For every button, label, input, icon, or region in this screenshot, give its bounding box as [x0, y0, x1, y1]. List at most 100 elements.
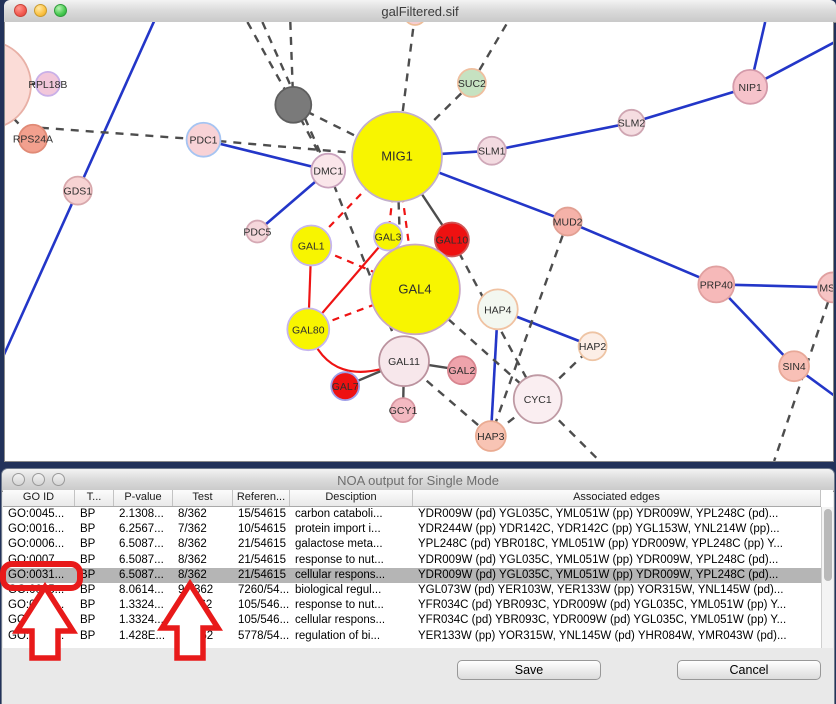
node-label: HAP3 [477, 432, 505, 443]
table-cell: GO:0007... [3, 553, 75, 568]
table-cell: BP [75, 583, 114, 598]
table-cell: GO:0006... [3, 537, 75, 552]
node-label: SLM1 [478, 147, 506, 158]
table-cell: YDR009W (pd) YGL035C, YML051W (pp) YDR00… [413, 568, 821, 583]
node-label: GDS1 [64, 187, 93, 198]
table-cell: 2.1308... [114, 507, 173, 522]
column-header-referen-[interactable]: Referen... [233, 490, 290, 506]
table-cell: 105/546... [233, 613, 290, 628]
table-row[interactable]: GO:0007...BP6.5087...8/36221/54615respon… [3, 553, 821, 568]
minimize-icon[interactable] [32, 473, 45, 486]
table-cell: cellular respons... [290, 568, 413, 583]
table-cell: GO:0065... [3, 583, 75, 598]
column-header-test[interactable]: Test [173, 490, 233, 506]
table-cell: 5778/54... [233, 629, 290, 644]
table-cell: GO:0016... [3, 522, 75, 537]
network-canvas[interactable]: RPL18BRPS24AGDS1PDC1PDC5DMC1MIG1SUC2SLM1… [4, 22, 834, 462]
network-window: galFiltered.sif RPL18BRPS24AGDS1PDC1PDC5… [4, 0, 836, 462]
zoom-icon[interactable] [54, 4, 67, 17]
table-row[interactable]: GO:0031...BP6.5087...8/36221/54615cellul… [3, 568, 821, 583]
table-cell: 6.5087... [114, 568, 173, 583]
table-row[interactable]: GO:0050...BP1.428E...80/3625778/54...reg… [3, 629, 821, 644]
table-cell: carbon cataboli... [290, 507, 413, 522]
table-cell: 8/362 [173, 507, 233, 522]
node-label: SLM2 [618, 119, 646, 130]
close-icon[interactable] [14, 4, 27, 17]
node-label: NIP1 [739, 83, 762, 94]
cancel-button[interactable]: Cancel [677, 660, 821, 680]
table-cell: YER133W (pp) YOR315W, YNL145W (pd) YHR08… [413, 629, 821, 644]
table-cell: GO:0045... [3, 507, 75, 522]
column-header-associated-edges[interactable]: Associated edges [413, 490, 821, 506]
minimize-icon[interactable] [34, 4, 47, 17]
node-label: HAP2 [579, 342, 607, 353]
table-cell: 21/54615 [233, 537, 290, 552]
node-label: GAL80 [292, 325, 325, 336]
table-cell: 6.5087... [114, 553, 173, 568]
table-row[interactable]: GO:0031...BP1.3324...11/362105/546...res… [3, 598, 821, 613]
column-header-desciption[interactable]: Desciption [290, 490, 413, 506]
node-label: GAL7 [332, 382, 359, 393]
table-cell: 94/362 [173, 583, 233, 598]
table-cell: 8/362 [173, 553, 233, 568]
node-label: DMC1 [313, 167, 343, 178]
table-row[interactable]: GO:0016...BP6.2567...7/36210/54615protei… [3, 522, 821, 537]
table-row[interactable]: GO:0006...BP6.5087...8/36221/54615galact… [3, 537, 821, 552]
edge [631, 87, 750, 123]
column-header-p-value[interactable]: P-value [114, 490, 173, 506]
table-cell: YPL248C (pd) YBR018C, YML051W (pp) YDR00… [413, 537, 821, 552]
node-label: GAL4 [398, 281, 431, 296]
table-cell: 6.5087... [114, 537, 173, 552]
table-cell: YDR009W (pd) YGL035C, YML051W (pp) YDR00… [413, 553, 821, 568]
table-row[interactable]: GO:0031...BP1.3324...11/362105/546...cel… [3, 613, 821, 628]
node-label: GAL1 [298, 241, 325, 252]
noa-window-title: NOA output for Single Mode [2, 473, 834, 488]
table-cell: GO:0050... [3, 629, 75, 644]
table-cell: 1.3324... [114, 613, 173, 628]
table-cell: GO:0031... [3, 568, 75, 583]
zoom-icon[interactable] [52, 473, 65, 486]
column-header-t-[interactable]: T... [75, 490, 114, 506]
node-gray1[interactable] [275, 87, 311, 123]
edge [41, 128, 204, 140]
table-cell: biological regul... [290, 583, 413, 598]
table-cell: BP [75, 507, 114, 522]
network-window-titlebar[interactable]: galFiltered.sif [4, 0, 836, 23]
column-header-go-id[interactable]: GO ID [3, 490, 75, 506]
table-cell: galactose meta... [290, 537, 413, 552]
close-icon[interactable] [12, 473, 25, 486]
edge [5, 191, 78, 362]
table-cell: BP [75, 537, 114, 552]
node-label: MSL1 [819, 283, 833, 294]
table-cell: 1.3324... [114, 598, 173, 613]
table-cell: BP [75, 553, 114, 568]
node-label: CYC1 [524, 395, 552, 406]
table-cell: YFR034C (pd) YBR093C, YDR009W (pd) YGL03… [413, 598, 821, 613]
table-cell: 1.428E... [114, 629, 173, 644]
vertical-scrollbar[interactable] [821, 507, 833, 648]
node-label: GAL10 [436, 235, 469, 246]
node-label: MIG1 [381, 149, 413, 164]
node-topcut[interactable] [404, 22, 426, 25]
screenshot-stage: galFiltered.sif RPL18BRPS24AGDS1PDC1PDC5… [0, 0, 836, 704]
table-cell: YDR009W (pd) YGL035C, YML051W (pp) YDR00… [413, 507, 821, 522]
table-cell: 7260/54... [233, 583, 290, 598]
node-label: SUC2 [458, 79, 486, 90]
noa-window-titlebar[interactable]: NOA output for Single Mode [2, 469, 834, 492]
edge [568, 222, 717, 285]
scrollbar-thumb[interactable] [824, 509, 832, 581]
node-bigpink[interactable] [5, 41, 31, 129]
table-cell: BP [75, 598, 114, 613]
traffic-lights-inactive [12, 473, 65, 486]
table-row[interactable]: GO:0065...BP8.0614...94/3627260/54...bio… [3, 583, 821, 598]
table-cell: 105/546... [233, 598, 290, 613]
table-cell: BP [75, 568, 114, 583]
node-label: MUD2 [553, 218, 583, 229]
node-label: PDC5 [243, 228, 271, 239]
node-label: HAP4 [484, 305, 512, 316]
save-button[interactable]: Save [457, 660, 601, 680]
table-row[interactable]: GO:0045...BP2.1308...8/36215/54615carbon… [3, 507, 821, 522]
node-label: PRP40 [700, 280, 733, 291]
table-cell: BP [75, 613, 114, 628]
table-cell: response to nut... [290, 598, 413, 613]
